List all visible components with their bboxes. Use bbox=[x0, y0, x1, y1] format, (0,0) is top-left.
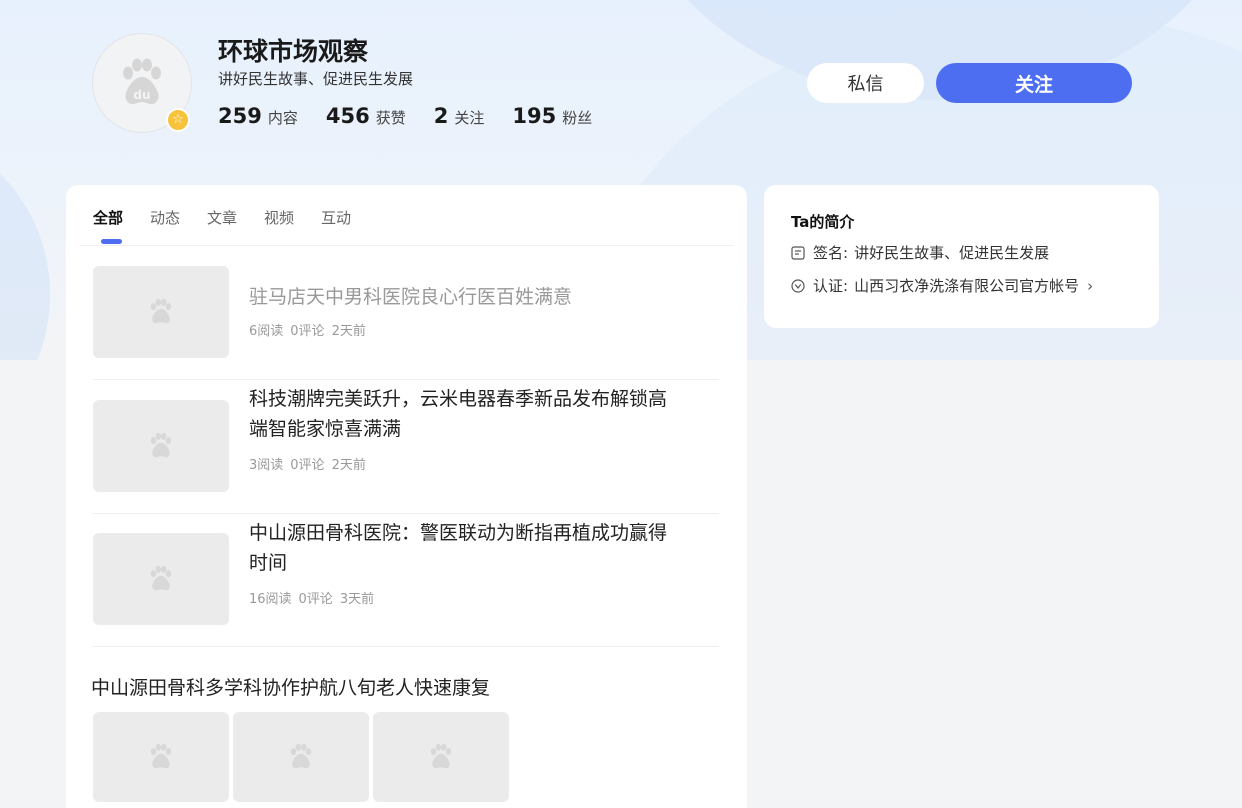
star-icon: ☆ bbox=[166, 108, 190, 132]
item-title[interactable]: 科技潮牌完美跃升，云米电器春季新品发布解锁高端智能家惊喜满满 bbox=[249, 384, 669, 444]
item-title[interactable]: 中山源田骨科医院：警医联动为断指再植成功赢得时间 bbox=[249, 518, 669, 578]
item-title[interactable]: 驻马店天中男科医院良心行医百姓满意 bbox=[249, 282, 669, 312]
list-item[interactable]: 科技潮牌完美跃升，云米电器春季新品发布解锁高端智能家惊喜满满 3阅读 0评论 2天前 bbox=[93, 380, 719, 514]
baidu-paw-icon bbox=[290, 743, 312, 769]
profile-name: 环球市场观察 bbox=[218, 37, 369, 66]
message-button[interactable]: 私信 bbox=[807, 63, 924, 103]
tab-all[interactable]: 全部 bbox=[93, 207, 123, 228]
read-count: 16阅读 bbox=[249, 592, 292, 607]
comment-count: 0评论 bbox=[290, 458, 325, 473]
comment-count: 0评论 bbox=[298, 592, 333, 607]
item-meta: 6阅读 0评论 2天前 bbox=[249, 320, 373, 339]
tab-articles[interactable]: 文章 bbox=[207, 207, 237, 228]
intro-signature-label: 签名: bbox=[813, 244, 849, 262]
tab-bar: 全部 动态 文章 视频 互动 bbox=[79, 185, 734, 246]
intro-certification-value: 山西习衣净洗涤有限公司官方帐号 bbox=[854, 277, 1080, 295]
list-item[interactable]: 中山源田骨科医院：警医联动为断指再植成功赢得时间 16阅读 0评论 3天前 bbox=[93, 513, 719, 647]
stat-label: 获赞 bbox=[375, 109, 406, 127]
profile-signature: 讲好民生故事、促进民生发展 bbox=[218, 70, 414, 88]
stat-number: 195 bbox=[512, 104, 557, 128]
follow-button[interactable]: 关注 bbox=[936, 63, 1132, 103]
document-icon bbox=[791, 245, 805, 260]
stat-number: 259 bbox=[218, 104, 262, 128]
thumbnail-placeholder bbox=[93, 400, 229, 492]
item-meta: 3阅读 0评论 2天前 bbox=[249, 454, 373, 473]
stat-label: 内容 bbox=[267, 109, 298, 127]
stat-number: 456 bbox=[325, 104, 370, 128]
tab-dynamics[interactable]: 动态 bbox=[150, 207, 180, 228]
intro-certification-row[interactable]: 认证: 山西习衣净洗涤有限公司官方帐号 › bbox=[791, 275, 1093, 296]
tab-interactions[interactable]: 互动 bbox=[321, 207, 351, 228]
comment-count: 0评论 bbox=[290, 324, 325, 339]
stat-number: 2 bbox=[433, 104, 449, 128]
verified-icon bbox=[791, 278, 805, 293]
intro-certification-label: 认证: bbox=[813, 277, 849, 295]
baidu-paw-icon bbox=[430, 743, 452, 769]
intro-title: Ta的简介 bbox=[791, 213, 855, 231]
tab-videos[interactable]: 视频 bbox=[264, 207, 294, 228]
baidu-paw-icon bbox=[150, 432, 172, 458]
read-count: 3阅读 bbox=[249, 458, 284, 473]
stat-label: 粉丝 bbox=[562, 109, 593, 127]
chevron-right-icon: › bbox=[1087, 276, 1094, 295]
intro-signature-value: 讲好民生故事、促进民生发展 bbox=[854, 244, 1050, 262]
tab-active-indicator bbox=[101, 239, 122, 244]
item-title[interactable]: 中山源田骨科多学科协作护航八旬老人快速康复 bbox=[91, 673, 490, 700]
thumbnail-placeholder bbox=[373, 712, 509, 802]
stat-label: 关注 bbox=[454, 109, 485, 127]
baidu-paw-icon bbox=[150, 298, 172, 324]
thumbnail-placeholder bbox=[93, 533, 229, 625]
baidu-paw-icon bbox=[150, 565, 172, 591]
bg-decor-circle bbox=[0, 130, 50, 360]
post-time: 3天前 bbox=[339, 592, 375, 607]
intro-card: Ta的简介 签名: 讲好民生故事、促进民生发展 认证: 山西习衣净洗涤有限公司官… bbox=[764, 185, 1159, 328]
svg-text:du: du bbox=[133, 88, 150, 102]
post-time: 2天前 bbox=[331, 324, 366, 339]
intro-signature-row: 签名: 讲好民生故事、促进民生发展 bbox=[791, 242, 1049, 263]
read-count: 6阅读 bbox=[249, 324, 284, 339]
thumbnail-placeholder bbox=[233, 712, 369, 802]
thumbnail-placeholder bbox=[93, 266, 229, 358]
baidu-paw-icon bbox=[150, 743, 172, 769]
stat-fans[interactable]: 195 粉丝 bbox=[512, 104, 592, 128]
stat-likes: 456 获赞 bbox=[326, 104, 406, 128]
thumbnail-placeholder bbox=[93, 712, 229, 802]
item-meta: 16阅读 0评论 3天前 bbox=[249, 588, 381, 607]
profile-stats: 259 内容 456 获赞 2 关注 195 粉丝 bbox=[218, 104, 620, 128]
list-item[interactable]: 驻马店天中男科医院良心行医百姓满意 6阅读 0评论 2天前 bbox=[93, 246, 719, 380]
stat-contents[interactable]: 259 内容 bbox=[218, 104, 298, 128]
post-time: 2天前 bbox=[331, 458, 366, 473]
stat-following[interactable]: 2 关注 bbox=[434, 104, 485, 128]
baidu-paw-icon: du bbox=[123, 58, 161, 105]
feed-card: 全部 动态 文章 视频 互动 驻马店天中男科医院良心行医百姓满意 6阅读 0评论 2… bbox=[66, 185, 747, 808]
